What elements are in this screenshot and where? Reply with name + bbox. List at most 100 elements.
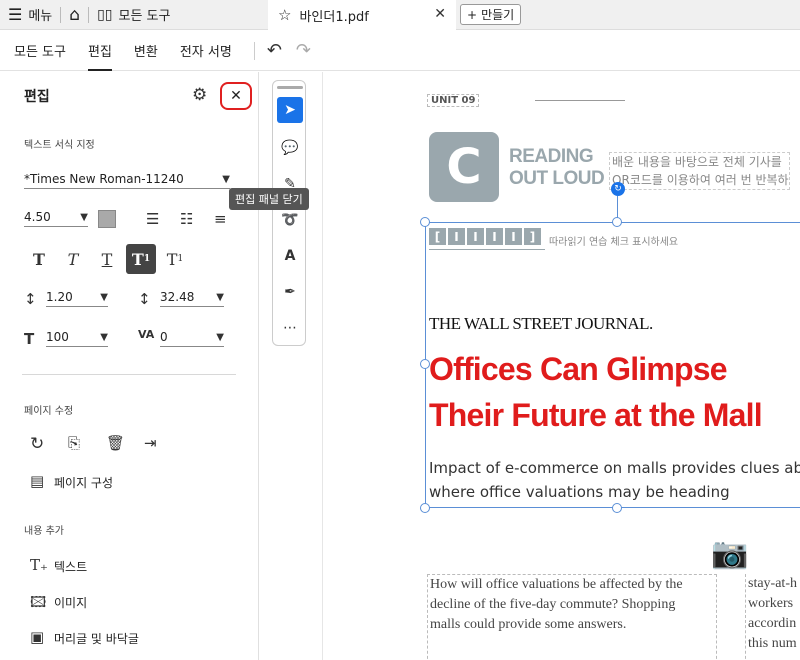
horizontal-scale-icon: T [24,330,35,348]
unit-rule [535,100,625,101]
italic-style-button[interactable]: T [58,244,88,274]
menu-label: 메뉴 [28,9,53,24]
menu-convert[interactable]: 변환 [134,31,158,71]
star-icon[interactable]: ☆ [278,6,291,24]
menu-all-tools[interactable]: 모든 도구 [14,31,66,71]
paragraph-spacing-dropdown[interactable]: 32.48 ▼ [160,290,224,307]
subheadline[interactable]: Impact of e-commerce on malls provides c… [429,456,800,504]
resize-handle[interactable] [612,217,622,227]
line-spacing-value: 1.20 [46,290,73,304]
reading-out-loud-title[interactable]: READING OUT LOUD [509,146,605,190]
read-line-2: OUT LOUD [509,168,605,189]
extract-page-icon[interactable]: ⇥ [144,434,157,452]
bold-style-button[interactable]: T [24,244,54,274]
menu-e-sign[interactable]: 전자 서명 [180,31,232,71]
char-spacing-value: 0 [160,330,168,344]
superscript-style-button[interactable]: T1 [126,244,156,274]
organize-pages-label[interactable]: 페이지 구성 [54,474,113,491]
panel-title: 편집 [24,89,50,105]
add-image-icon[interactable]: 🖾 [30,592,46,617]
redo-icon[interactable]: ↷ [296,40,311,61]
align-icon[interactable]: ≡ [214,210,227,228]
close-icon: ✕ [230,88,242,104]
checkbox[interactable]: I [467,228,484,245]
header-footer-icon[interactable]: ▣ [30,628,44,646]
checkbox[interactable]: [ [429,228,446,245]
chevron-down-icon: ▼ [100,291,108,303]
trash-icon[interactable]: 🗑 [106,434,125,452]
text-color-swatch[interactable] [98,210,116,228]
masthead[interactable]: THE WALL STREET JOURNAL. [429,314,653,334]
headline[interactable]: Offices Can Glimpse Their Future at the … [429,346,763,438]
practice-checkboxes[interactable]: [ I I I I ] [429,228,541,245]
line-spacing-icon: ↕ [24,290,37,308]
home-button[interactable]: ⌂ [61,0,88,30]
checkbox[interactable]: I [486,228,503,245]
more-tools-icon[interactable]: ⋯ [277,315,303,341]
font-dropdown[interactable]: *Times New Roman-11240 ▼ [24,172,230,189]
body-right-line-1: stay-at-h [748,576,797,591]
reading-logo[interactable]: C [429,132,499,202]
tools-icon: ▯▯ [97,6,113,23]
add-text-icon[interactable]: T₊ [30,556,48,574]
resize-handle[interactable] [612,503,622,513]
menu-edit[interactable]: 편집 [87,31,112,71]
check-hint[interactable]: 따라읽기 연습 체크 표시하세요 [549,233,678,248]
add-text-label[interactable]: 텍스트 [54,558,87,575]
all-tools-tab[interactable]: ▯▯ 모든 도구 [89,0,178,30]
rotate-icon[interactable]: ↻ [30,434,44,454]
body-left-line-1: How will office valuations be affected b… [430,577,683,592]
line-spacing-dropdown[interactable]: 1.20 ▼ [46,290,108,307]
plus-icon: + [467,7,478,22]
header-footer-label[interactable]: 머리글 및 바닥글 [54,630,139,647]
close-panel-button[interactable]: ✕ [220,82,252,110]
rotate-handle-icon[interactable]: ↻ [611,182,625,196]
comment-tool-icon[interactable]: 💬 [277,135,303,161]
divider [22,374,236,375]
font-size-value: 4.50 [24,210,51,224]
document-tab[interactable]: ☆ 바인더1.pdf ✕ [268,0,456,30]
camera-icon[interactable]: 📷 [711,536,748,571]
checkbox[interactable]: I [505,228,522,245]
sign-tool-icon[interactable]: ✒ [277,279,303,305]
chevron-down-icon: ▼ [222,173,230,185]
tab-bar: ☰ 메뉴 ⌂ ▯▯ 모든 도구 ☆ 바인더1.pdf ✕ + 만들기 [0,0,800,30]
checkbox[interactable]: I [448,228,465,245]
select-tool-icon[interactable]: ➤ [277,97,303,123]
instruction-text[interactable]: 배운 내용을 바탕으로 전체 기사를 QR코드를 이용하여 여러 번 반복하 [609,152,790,190]
body-column-left[interactable]: How will office valuations be affected b… [427,574,717,660]
char-spacing-dropdown[interactable]: 0 ▼ [160,330,224,347]
gear-icon[interactable]: ⚙ [192,85,207,105]
numbered-list-icon[interactable]: ☷ [180,210,193,228]
horizontal-scale-dropdown[interactable]: 100 ▼ [46,330,108,347]
document-tab-title: 바인더1.pdf [299,9,369,25]
instruction-line-1: 배운 내용을 바탕으로 전체 기사를 [612,155,782,169]
undo-icon[interactable]: ↶ [267,40,282,61]
menu-button[interactable]: ☰ 메뉴 [0,0,60,30]
close-tab-icon[interactable]: ✕ [434,6,446,22]
page-edit-label: 페이지 수정 [24,406,74,417]
bullet-list-icon[interactable]: ☰ [146,210,159,228]
add-image-label[interactable]: 이미지 [54,594,87,611]
organize-pages-icon[interactable]: ▤ [30,472,44,490]
rotate-handle-line [617,196,618,218]
unit-label[interactable]: UNIT 09 [427,94,480,107]
resize-handle[interactable] [420,503,430,513]
text-box-tool-icon[interactable]: A [277,243,303,269]
document-canvas[interactable]: UNIT 09 C READING OUT LOUD 배운 내용을 바탕으로 전… [322,72,800,660]
insert-page-icon[interactable]: ⎘ [68,434,80,452]
resize-handle[interactable] [420,217,430,227]
horizontal-scale-value: 100 [46,330,69,344]
new-tab-label: 만들기 [481,8,515,22]
subscript-style-button[interactable]: T1 [160,244,190,274]
underline-style-button[interactable]: T [92,244,122,274]
body-right-line-3: accordin [748,616,797,631]
new-tab-button[interactable]: + 만들기 [460,4,522,25]
font-size-dropdown[interactable]: 4.50 ▼ [24,210,88,227]
drag-handle[interactable] [277,86,303,89]
char-spacing-icon: VA [138,328,155,341]
draw-tool-icon[interactable]: ➰ [277,207,303,233]
body-column-right[interactable]: stay-at-h workers accordin this num [745,574,800,660]
checkbox[interactable]: ] [524,228,541,245]
all-tools-label: 모든 도구 [118,9,171,24]
